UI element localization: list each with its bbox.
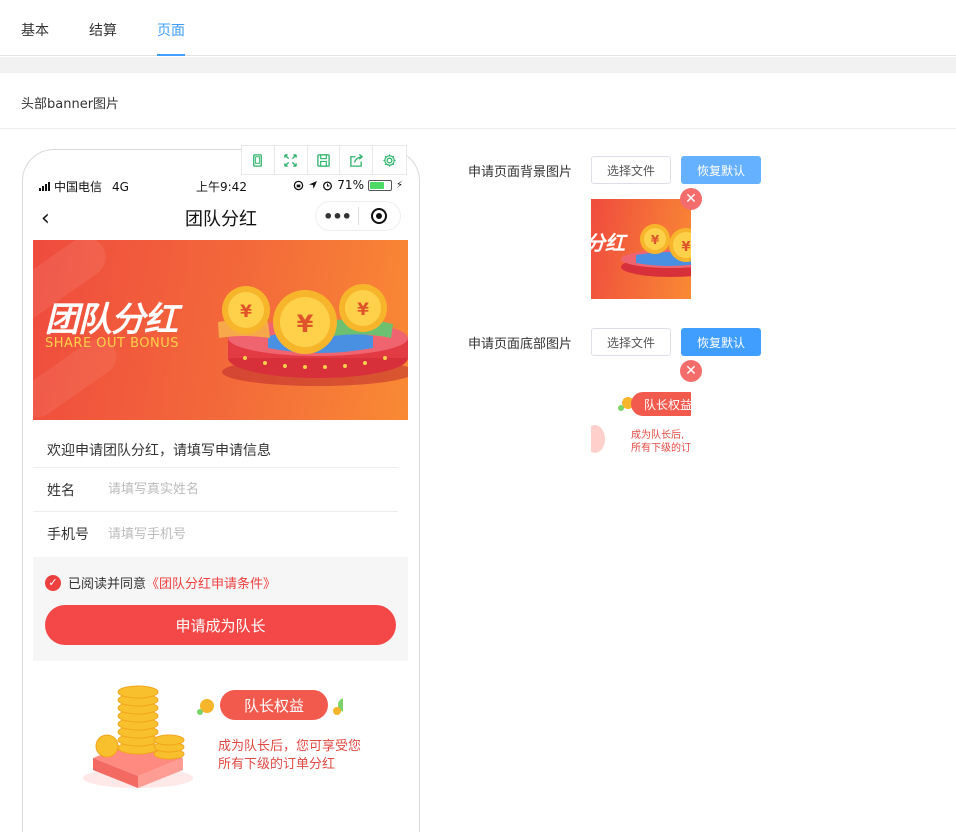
bottom-thumb-line-1: 成为队长后, [631,430,685,441]
bottom-image-label: 申请页面底部图片 [468,337,573,352]
alarm-icon [323,180,333,190]
phone-icon[interactable] [242,146,275,174]
agree-section: ✓ 已阅读并同意 《团队分红申请条件》 申请成为队长 [33,557,408,661]
save-icon[interactable] [308,146,341,174]
bg-thumb-text: 分红 [591,231,625,255]
status-time: 上午9:42 [196,180,247,194]
banner-subtitle: SHARE OUT BONUS [45,336,180,351]
bottom-thumb-badge: 队长权益 [631,392,691,416]
bottom-choose-file-button[interactable]: 选择文件 [591,328,671,356]
bg-reset-default-button[interactable]: 恢复默认 [681,156,761,184]
form-intro: 欢迎申请团队分红，请填写申请信息 [33,420,398,468]
svg-text:¥: ¥ [240,302,252,322]
lock-rotation-icon [294,180,304,190]
rights-line-1: 成为队长后，您可享受您 [218,739,362,754]
tab-bar: 基本 结算 页面 [0,0,956,56]
carrier-name: 中国电信 [54,180,103,194]
apply-button[interactable]: 申请成为队长 [45,605,396,645]
rights-badge: 队长权益 [220,690,328,720]
share-icon[interactable] [340,146,374,174]
bottom-thumb-art [591,397,634,453]
signal-icon [39,182,50,191]
preview-toolbar [241,145,407,175]
banner-title: 团队分红 [45,300,178,340]
name-row: 姓名 [33,468,398,512]
svg-text:¥: ¥ [357,300,369,320]
bottom-image-thumbnail: 队长权益 成为队长后, 所有下级的订 [591,371,691,471]
phone-row: 手机号 [33,512,398,556]
phone-input[interactable] [108,526,398,542]
bg-image-thumbnail: ¥ ¥ 分红 [591,199,691,299]
agreement: ✓ 已阅读并同意 《团队分红申请条件》 [45,573,276,592]
tab-page[interactable]: 页面 [157,20,185,56]
agree-terms-link[interactable]: 《团队分红申请条件》 [146,573,276,592]
rights-line-2: 所有下级的订单分红 [218,757,336,772]
bottom-thumb-line-2: 所有下级的订 [631,443,691,454]
agree-checkbox-icon[interactable]: ✓ [45,574,61,591]
location-icon [309,181,318,189]
close-program-icon[interactable] [359,208,400,224]
agree-text: 已阅读并同意 [68,577,147,592]
charging-icon: ⚡ [395,179,403,191]
network-type: 4G [112,179,129,194]
rights-description: 成为队长后，您可享受您 所有下级的订单分红 [218,738,361,774]
tab-active-indicator [157,54,185,56]
bottom-remove-icon[interactable]: ✕ [680,360,702,382]
battery-icon [367,179,392,191]
header-banner: ¥ ¥ ¥ 团队分红 SHARE OUT BONUS [33,240,408,420]
tab-settlement[interactable]: 结算 [89,20,117,56]
phone-preview: 中国电信 4G 上午9:42 71% ⚡ ‹ 团队分红 ••• ¥ ¥ ¥ 团队… [22,149,420,832]
battery-percent: 71% [337,178,364,192]
apply-form: 欢迎申请团队分红，请填写申请信息 姓名 手机号 [33,420,408,556]
status-bar: 中国电信 4G 上午9:42 71% ⚡ [23,176,419,194]
bottom-reset-default-button[interactable]: 恢复默认 [681,328,761,356]
captain-rights-section: 队长权益 成为队长后，您可享受您 所有下级的订单分红 [33,670,408,800]
section-title: 头部banner图片 [0,73,956,129]
bg-image-label: 申请页面背景图片 [468,165,573,180]
bg-remove-icon[interactable]: ✕ [680,188,702,210]
name-label: 姓名 [47,482,75,499]
bottom-thumb-text: 成为队长后, 所有下级的订 [631,429,691,455]
fullscreen-icon[interactable] [275,146,308,174]
svg-text:¥: ¥ [297,310,314,338]
bg-choose-file-button[interactable]: 选择文件 [591,156,671,184]
tab-basic[interactable]: 基本 [21,20,49,56]
mini-program-capsule: ••• [315,201,401,231]
section-gap [0,57,956,73]
gear-icon[interactable] [373,146,406,174]
name-input[interactable] [108,482,398,497]
more-icon[interactable]: ••• [316,207,358,226]
svg-text:¥: ¥ [681,240,690,255]
phone-label: 手机号 [47,527,89,543]
svg-text:¥: ¥ [651,233,660,247]
nav-bar: ‹ 团队分红 ••• [23,200,419,234]
